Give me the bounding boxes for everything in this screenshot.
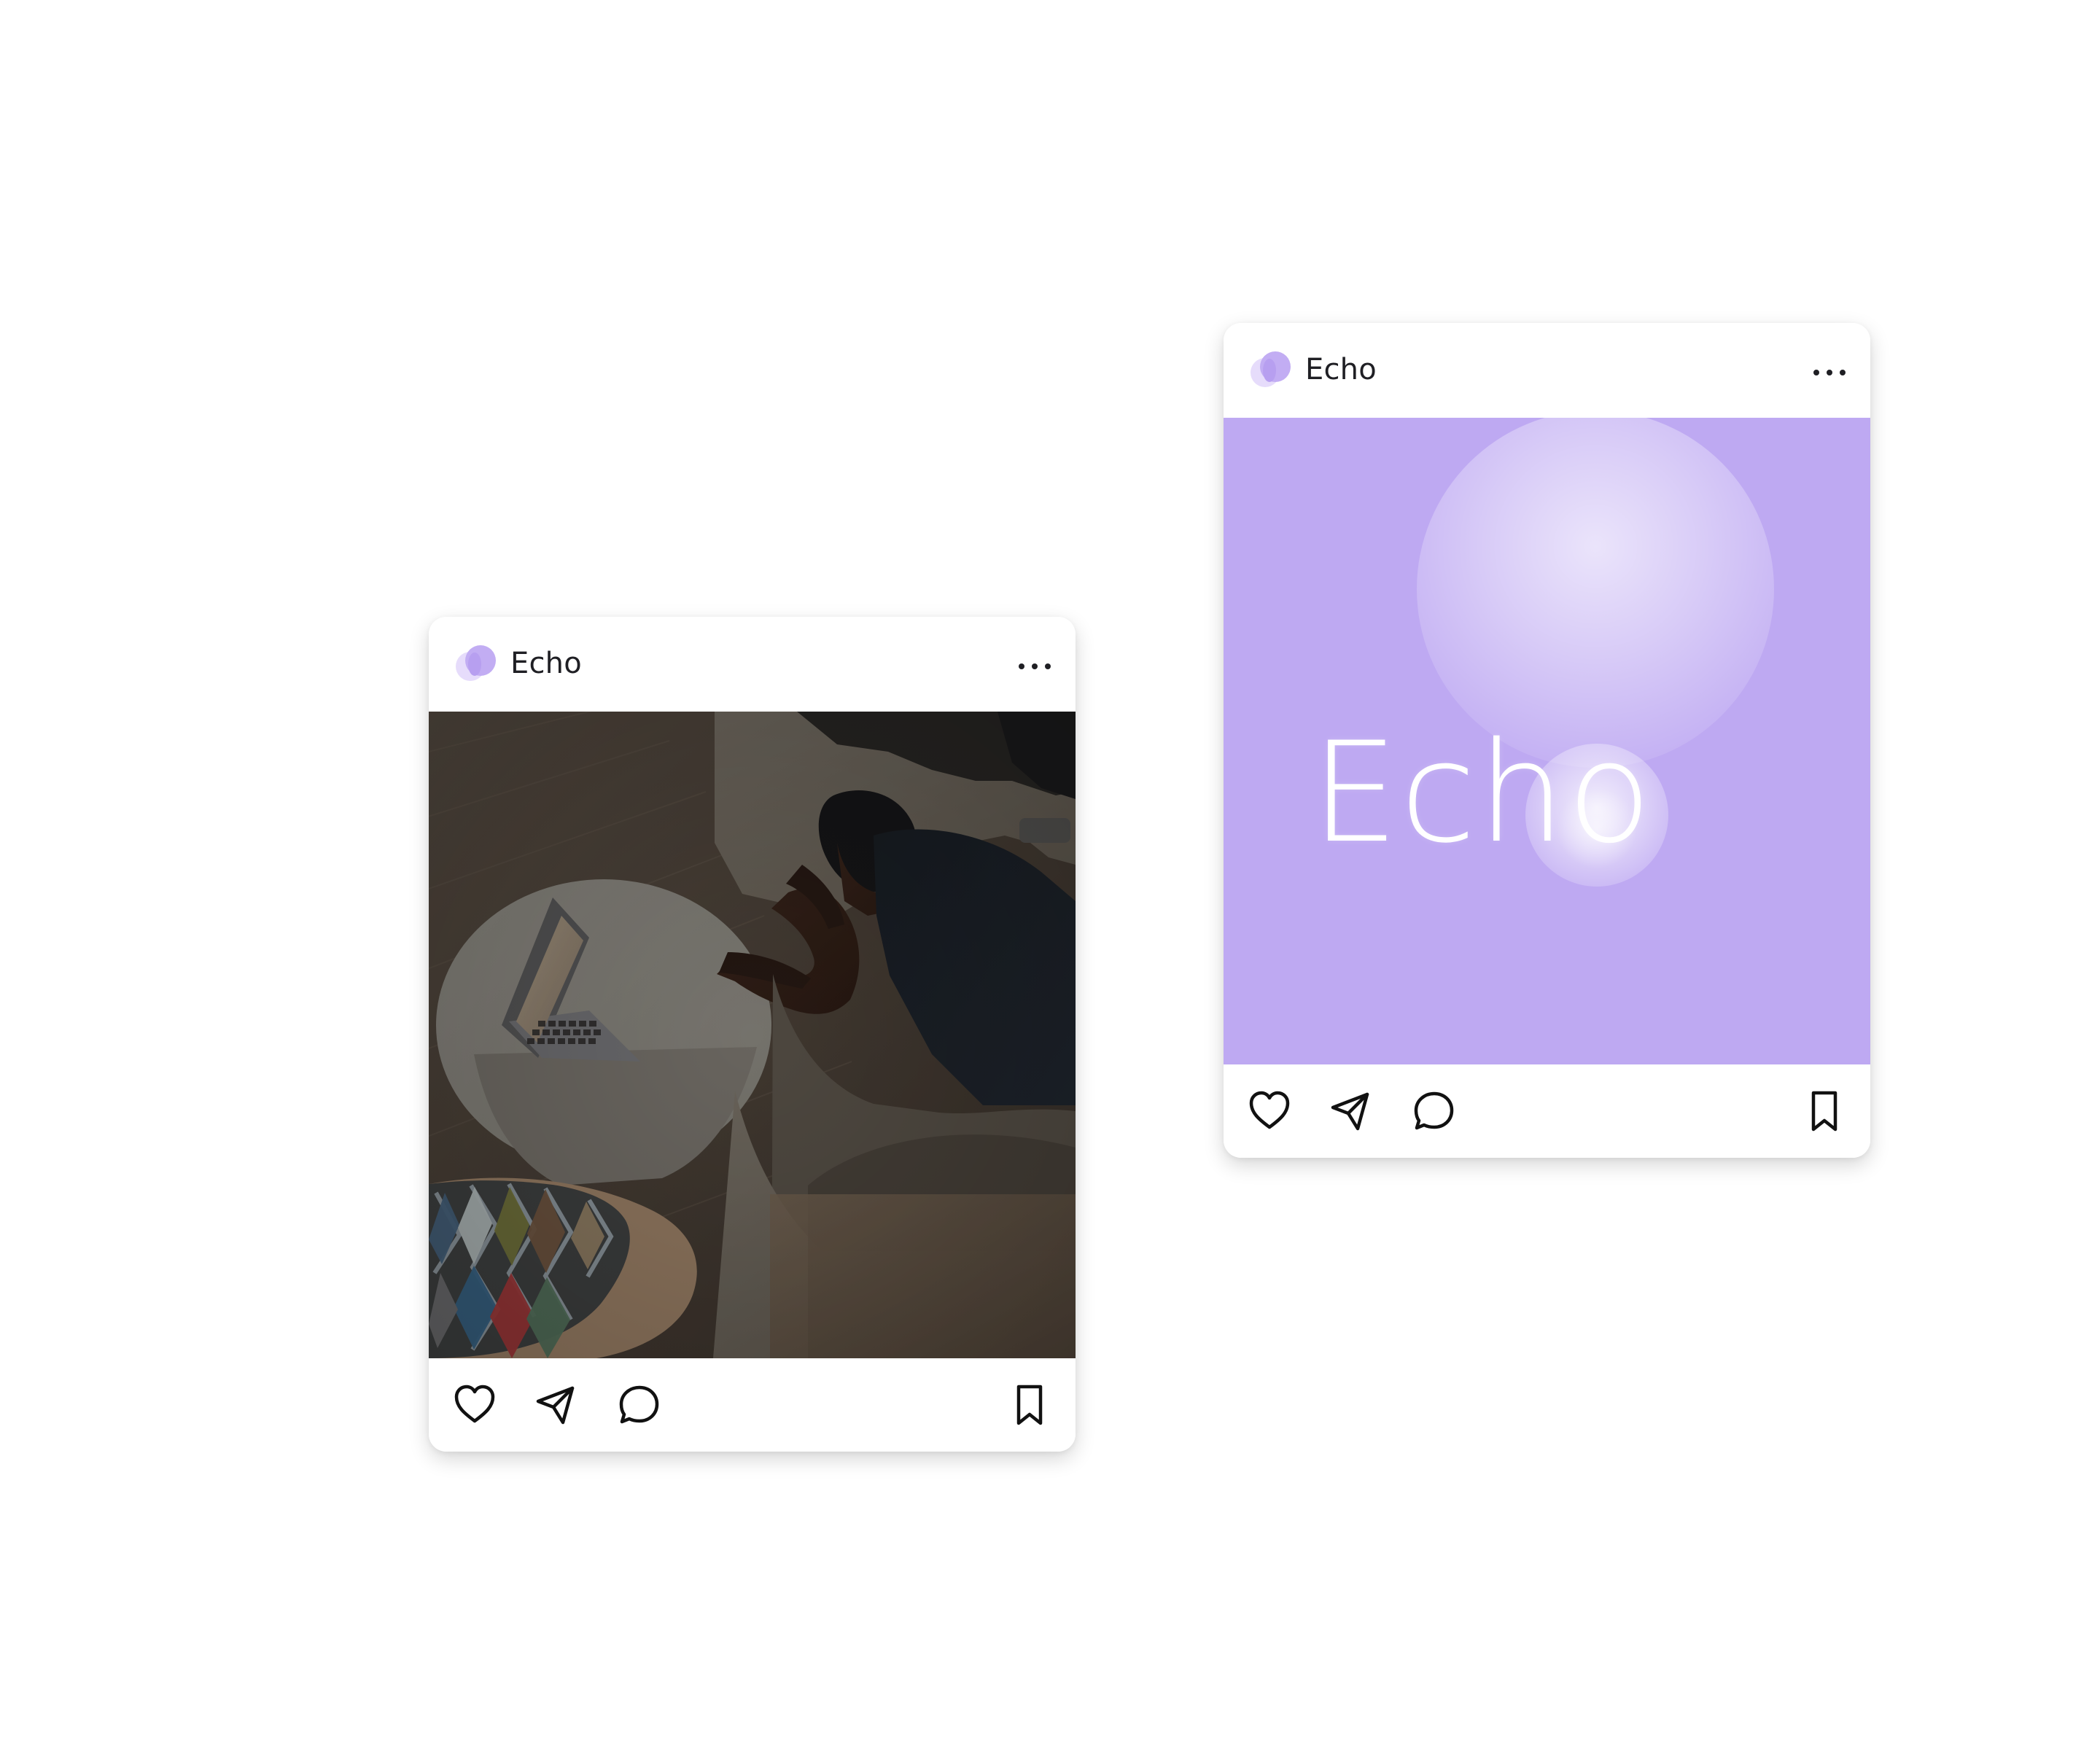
more-options-button[interactable] — [1809, 352, 1850, 393]
more-options-icon — [1813, 370, 1846, 375]
comment-button[interactable] — [615, 1381, 663, 1429]
account-name[interactable]: Echo — [1305, 348, 1377, 392]
share-button[interactable] — [531, 1381, 579, 1429]
post-header: Echo — [429, 617, 1076, 712]
account-name[interactable]: Echo — [510, 642, 582, 685]
social-post-card-brand: Echo Echo — [1224, 323, 1870, 1158]
brand-avatar-icon[interactable] — [452, 640, 499, 687]
share-button[interactable] — [1326, 1087, 1374, 1135]
like-button[interactable] — [1245, 1087, 1294, 1135]
post-graphic[interactable]: Echo — [1224, 418, 1870, 1064]
person-laptop-photo — [429, 712, 1076, 1358]
post-actions-bar — [1224, 1064, 1870, 1158]
more-options-button[interactable] — [1014, 646, 1055, 687]
like-button[interactable] — [451, 1381, 499, 1429]
comment-bubble-icon — [1414, 1091, 1454, 1130]
comment-bubble-icon — [619, 1385, 659, 1424]
send-icon — [536, 1386, 575, 1425]
bookmark-icon — [1016, 1385, 1043, 1425]
echo-wordmark: Echo — [1311, 712, 1654, 873]
post-photo[interactable] — [429, 712, 1076, 1358]
heart-icon — [454, 1385, 495, 1423]
post-actions-bar — [429, 1358, 1076, 1452]
brand-avatar-icon[interactable] — [1247, 346, 1294, 393]
send-icon — [1331, 1092, 1369, 1131]
more-options-icon — [1019, 663, 1051, 669]
bookmark-icon — [1811, 1091, 1838, 1132]
save-button[interactable] — [1006, 1381, 1054, 1429]
heart-icon — [1249, 1091, 1290, 1129]
post-header: Echo — [1224, 323, 1870, 418]
save-button[interactable] — [1800, 1087, 1848, 1135]
social-post-card-photo: Echo — [429, 617, 1076, 1452]
comment-button[interactable] — [1409, 1087, 1458, 1135]
